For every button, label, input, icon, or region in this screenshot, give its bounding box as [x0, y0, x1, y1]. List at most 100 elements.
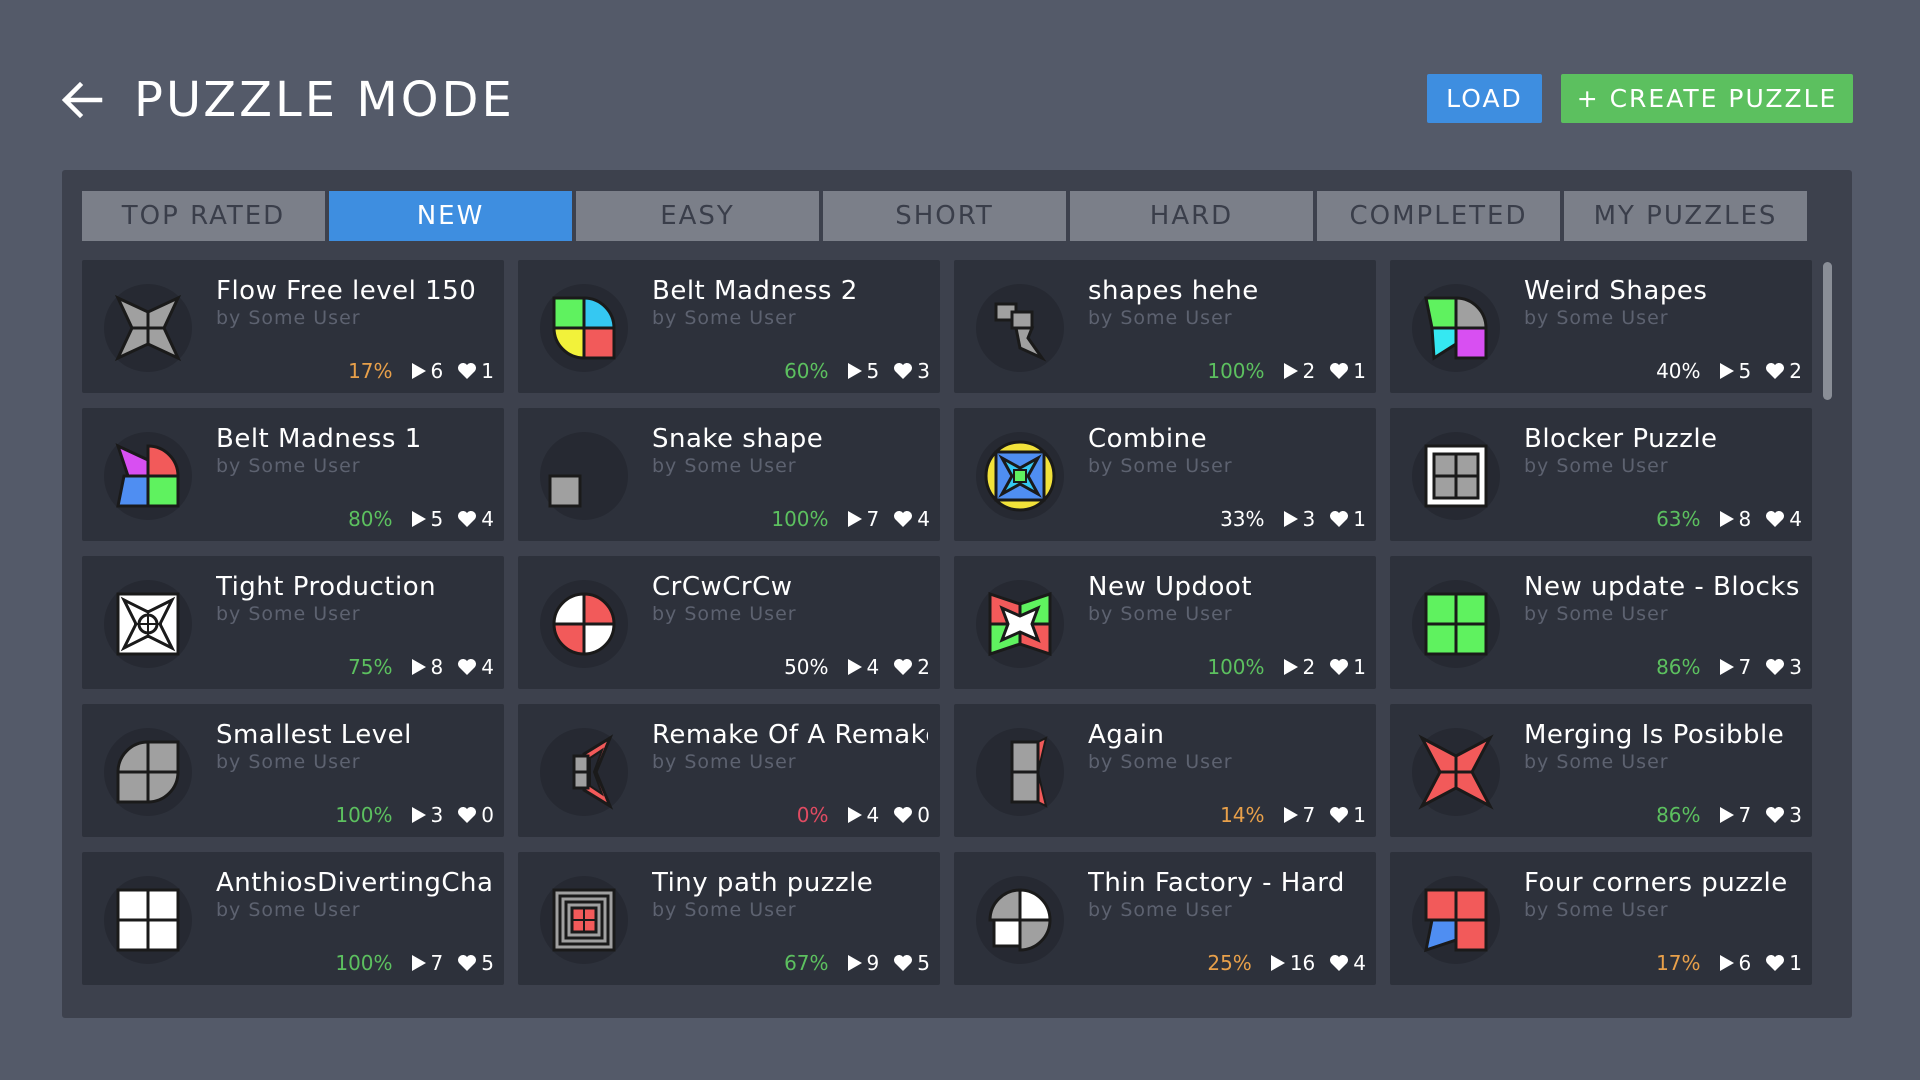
play-count: 3: [430, 803, 444, 827]
completion-percent: 40%: [1656, 359, 1701, 383]
puzzle-card[interactable]: Belt Madness 2 by Some User 60% 5 3: [518, 260, 940, 393]
white-star-box-icon: [116, 592, 180, 656]
like-count: 1: [1353, 507, 1366, 531]
star-gray-icon: [114, 294, 182, 362]
create-puzzle-button[interactable]: + CREATE PUZZLE: [1561, 74, 1853, 123]
like-count: 5: [481, 951, 494, 975]
puzzle-author: by Some User: [652, 307, 797, 329]
puzzle-card[interactable]: shapes hehe by Some User 100% 2 1: [954, 260, 1376, 393]
gray-white-circle-icon: [988, 888, 1052, 952]
puzzle-card[interactable]: AnthiosDivertingChal by Some User 100% 7 5: [82, 852, 504, 985]
play-icon: [1283, 658, 1299, 676]
puzzle-card[interactable]: Flow Free level 150 by Some User 17% 6 1: [82, 260, 504, 393]
puzzle-card[interactable]: Combine by Some User 33% 3 1: [954, 408, 1376, 541]
puzzle-title: New update - Blocks: [1524, 572, 1800, 602]
back-arrow-icon[interactable]: [58, 76, 106, 124]
puzzle-card[interactable]: Smallest Level by Some User 100% 3 0: [82, 704, 504, 837]
play-icon: [1719, 806, 1735, 824]
puzzle-author: by Some User: [1524, 307, 1669, 329]
play-icon: [1270, 954, 1286, 972]
like-count: 4: [1353, 951, 1366, 975]
like-count: 2: [1789, 359, 1802, 383]
puzzle-card[interactable]: Thin Factory - Hard by Some User 25% 16 4: [954, 852, 1376, 985]
load-button[interactable]: LOAD: [1427, 74, 1542, 123]
puzzle-card[interactable]: Merging Is Posibble by Some User 86% 7 3: [1390, 704, 1812, 837]
puzzle-author: by Some User: [216, 751, 361, 773]
puzzle-author: by Some User: [1524, 455, 1669, 477]
puzzle-card[interactable]: New Updoot by Some User 100% 2 1: [954, 556, 1376, 689]
puzzle-thumbnail: [104, 432, 192, 520]
completion-percent: 25%: [1207, 951, 1252, 975]
tab-label: EASY: [660, 201, 735, 231]
play-icon: [847, 658, 863, 676]
puzzle-card[interactable]: Snake shape by Some User 100% 7 4: [518, 408, 940, 541]
tab-my-puzzles[interactable]: MY PUZZLES: [1564, 191, 1807, 241]
white-squares-icon: [116, 888, 180, 952]
play-count: 3: [1302, 507, 1316, 531]
puzzle-author: by Some User: [1088, 603, 1233, 625]
puzzle-author: by Some User: [1524, 603, 1669, 625]
puzzle-thumbnail: [976, 432, 1064, 520]
puzzle-title: Smallest Level: [216, 720, 412, 750]
framed-squares-icon: [1424, 444, 1488, 508]
play-count: 16: [1289, 951, 1316, 975]
puzzle-card[interactable]: Remake Of A Remake by Some User 0% 4 0: [518, 704, 940, 837]
tab-short[interactable]: SHORT: [823, 191, 1066, 241]
like-count: 4: [481, 655, 494, 679]
like-count: 2: [917, 655, 930, 679]
puzzle-stats: 17% 6 1: [348, 359, 494, 383]
heart-icon: [893, 658, 913, 676]
tab-top-rated[interactable]: TOP RATED: [82, 191, 325, 241]
completion-percent: 33%: [1220, 507, 1265, 531]
heart-icon: [1765, 362, 1785, 380]
gray-leaf-icon: [116, 740, 180, 804]
play-icon: [1283, 362, 1299, 380]
scrollbar-thumb[interactable]: [1823, 262, 1832, 400]
play-icon: [847, 806, 863, 824]
like-count: 4: [1789, 507, 1802, 531]
puzzle-card[interactable]: Belt Madness 1 by Some User 80% 5 4: [82, 408, 504, 541]
heart-icon: [893, 510, 913, 528]
puzzle-title: CrCwCrCw: [652, 572, 793, 602]
puzzle-stats: 75% 8 4: [348, 655, 494, 679]
like-count: 5: [917, 951, 930, 975]
completion-percent: 80%: [348, 507, 393, 531]
heart-icon: [1765, 954, 1785, 972]
like-count: 3: [1789, 803, 1802, 827]
completion-percent: 50%: [784, 655, 829, 679]
puzzle-stats: 33% 3 1: [1220, 507, 1366, 531]
puzzle-stats: 60% 5 3: [784, 359, 930, 383]
like-count: 0: [917, 803, 930, 827]
puzzle-thumbnail: [1412, 876, 1500, 964]
tab-label: MY PUZZLES: [1593, 201, 1778, 231]
puzzle-card[interactable]: Weird Shapes by Some User 40% 5 2: [1390, 260, 1812, 393]
completion-percent: 60%: [784, 359, 829, 383]
puzzle-card[interactable]: Again by Some User 14% 7 1: [954, 704, 1376, 837]
puzzle-card[interactable]: Four corners puzzle by Some User 17% 6 1: [1390, 852, 1812, 985]
tab-hard[interactable]: HARD: [1070, 191, 1313, 241]
completion-percent: 100%: [335, 803, 393, 827]
tab-completed[interactable]: COMPLETED: [1317, 191, 1560, 241]
puzzle-card[interactable]: Tiny path puzzle by Some User 67% 9 5: [518, 852, 940, 985]
play-icon: [1719, 510, 1735, 528]
puzzle-thumbnail: [976, 284, 1064, 372]
puzzle-card[interactable]: Blocker Puzzle by Some User 63% 8 4: [1390, 408, 1812, 541]
red-white-circle-icon: [552, 592, 616, 656]
completion-percent: 67%: [784, 951, 829, 975]
puzzle-card[interactable]: New update - Blocks by Some User 86% 7 3: [1390, 556, 1812, 689]
puzzle-author: by Some User: [216, 603, 361, 625]
puzzle-thumbnail: [976, 728, 1064, 816]
play-icon: [411, 806, 427, 824]
puzzle-title: Flow Free level 150: [216, 276, 477, 306]
puzzle-author: by Some User: [1524, 751, 1669, 773]
puzzle-thumbnail: [540, 580, 628, 668]
puzzle-author: by Some User: [1088, 751, 1233, 773]
tab-new[interactable]: NEW: [329, 191, 572, 241]
completion-percent: 86%: [1656, 803, 1701, 827]
tab-easy[interactable]: EASY: [576, 191, 819, 241]
puzzle-card[interactable]: Tight Production by Some User 75% 8 4: [82, 556, 504, 689]
puzzle-card[interactable]: CrCwCrCw by Some User 50% 4 2: [518, 556, 940, 689]
puzzle-thumbnail: [1412, 580, 1500, 668]
play-count: 4: [866, 655, 880, 679]
puzzle-stats: 50% 4 2: [784, 655, 930, 679]
